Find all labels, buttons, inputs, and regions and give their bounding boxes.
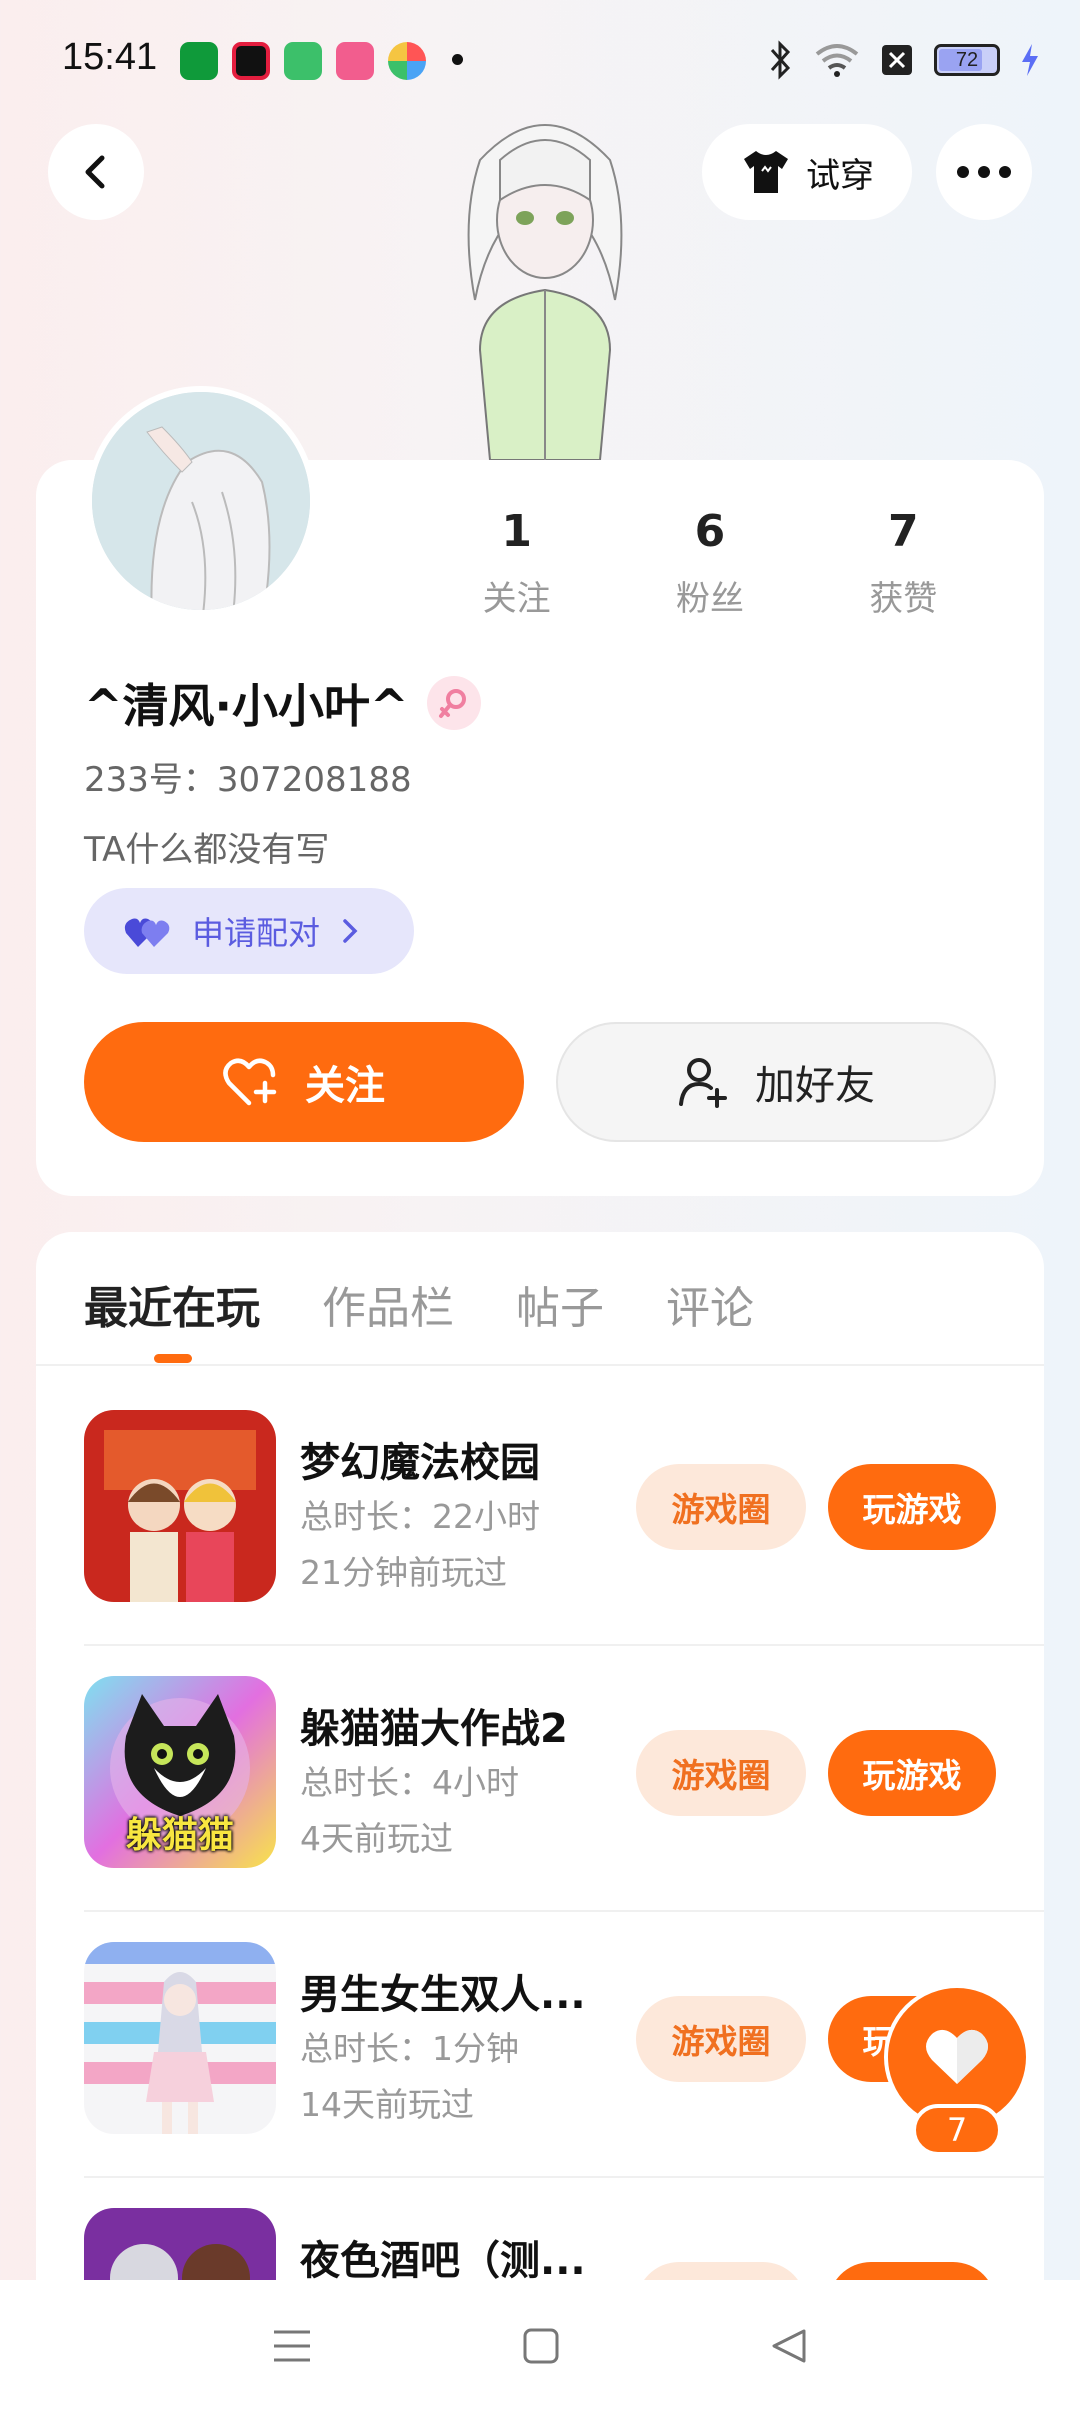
tab-comments[interactable]: 评论 <box>666 1272 754 1336</box>
charging-icon <box>1022 44 1038 76</box>
bio-text: TA什么都没有写 <box>84 830 330 870</box>
boy-girl-duo-game-image <box>84 1942 276 2134</box>
game-duration: 总时长：1分钟 <box>300 2029 519 2068</box>
more-dots-icon <box>957 166 1011 178</box>
bilibili-app-icon <box>336 42 374 80</box>
profile-stats: 1 关注 6 粉丝 7 获赞 <box>420 506 1000 620</box>
status-indicators: 72 <box>768 40 1040 80</box>
notification-dot-icon <box>452 54 463 65</box>
game-duration: 总时长：22小时 <box>300 1497 540 1536</box>
username-text: ^清风·小小叶^ <box>84 679 409 733</box>
stat-value: 6 <box>694 506 726 557</box>
tab-posts[interactable]: 帖子 <box>516 1272 604 1336</box>
game-title: 男生女生双人... <box>300 1972 586 2018</box>
stat-likes[interactable]: 7 获赞 <box>807 506 1000 620</box>
stat-label: 获赞 <box>869 579 938 619</box>
video-app-icon <box>232 42 270 80</box>
game-icon <box>84 1942 276 2134</box>
play-game-button[interactable] <box>828 2262 996 2280</box>
tab-recent-play[interactable]: 最近在玩 <box>84 1272 260 1336</box>
bluetooth-icon <box>770 40 791 80</box>
status-time: 15:41 <box>62 36 158 78</box>
game-title: 梦幻魔法校园 <box>300 1440 540 1486</box>
night-bar-game-image <box>84 2208 276 2280</box>
game-icon <box>84 2208 276 2280</box>
gender-badge <box>426 676 481 730</box>
wifi-icon <box>815 44 859 77</box>
status-app-icons <box>180 42 426 80</box>
stat-following[interactable]: 1 关注 <box>420 506 613 620</box>
game-last-played: 14天前玩过 <box>300 2085 474 2124</box>
tab-works[interactable]: 作品栏 <box>322 1272 454 1336</box>
avatar-image <box>92 392 310 610</box>
game-row[interactable]: 夜色酒吧（测... <box>84 2178 1044 2280</box>
tshirt-icon <box>744 151 788 193</box>
more-button[interactable] <box>936 124 1032 220</box>
heart-plus-icon <box>223 1058 277 1106</box>
game-icon: 躲猫猫 <box>84 1676 276 1868</box>
pair-request-button[interactable]: 申请配对 <box>84 888 414 974</box>
menu-icon[interactable] <box>272 2328 312 2364</box>
follow-label: 关注 <box>305 1063 385 1109</box>
play-game-button[interactable]: 玩游戏 <box>828 1730 996 1816</box>
back-triangle-icon[interactable] <box>770 2327 808 2365</box>
stat-value: 7 <box>888 506 919 557</box>
pair-request-label: 申请配对 <box>192 914 321 952</box>
battery-percent: 72 <box>955 48 979 71</box>
profile-tabs: 最近在玩 作品栏 帖子 评论 <box>84 1272 754 1336</box>
chevron-left-icon <box>85 155 105 189</box>
add-user-icon <box>679 1058 727 1108</box>
game-last-played: 4天前玩过 <box>300 1819 453 1858</box>
game-row[interactable]: 躲猫猫 躲猫猫大作战2 总时长：4小时 4天前玩过 游戏圈 玩游戏 <box>84 1646 1044 1912</box>
magic-school-game-image <box>84 1410 276 1602</box>
game-title: 躲猫猫大作战2 <box>300 1706 568 1752</box>
stat-label: 关注 <box>482 579 551 619</box>
add-friend-button[interactable]: 加好友 <box>556 1022 996 1142</box>
home-square-icon[interactable] <box>522 2327 560 2365</box>
stat-value: 1 <box>501 506 532 557</box>
sim-off-icon <box>882 45 912 75</box>
tryon-label: 试穿 <box>806 155 874 196</box>
stat-fans[interactable]: 6 粉丝 <box>613 506 806 620</box>
active-tab-indicator <box>154 1354 192 1363</box>
follow-button[interactable]: 关注 <box>84 1022 524 1142</box>
chevron-right-icon <box>343 919 358 943</box>
system-nav-bar <box>0 2280 1080 2412</box>
character-banner-image <box>467 124 623 460</box>
game-circle-button[interactable] <box>636 2262 806 2280</box>
game-circle-button[interactable]: 游戏圈 <box>636 1730 806 1816</box>
female-icon <box>438 689 466 718</box>
green-app-icon <box>284 42 322 80</box>
username: ^清风·小小叶^ <box>84 670 481 736</box>
avatar[interactable] <box>86 386 316 616</box>
game-title: 夜色酒吧（测... <box>300 2238 586 2280</box>
oppo-app-icon <box>180 42 218 80</box>
game-duration: 总时长：4小时 <box>300 1763 519 1802</box>
game-row[interactable]: 梦幻魔法校园 总时长：22小时 21分钟前玩过 游戏圈 玩游戏 <box>84 1380 1044 1646</box>
game-circle-button[interactable]: 游戏圈 <box>636 1464 806 1550</box>
game-icon-caption: 躲猫猫 <box>125 1815 234 1856</box>
tryon-button[interactable]: 试穿 <box>702 124 912 220</box>
stat-label: 粉丝 <box>675 579 744 619</box>
double-heart-icon <box>124 918 170 947</box>
play-game-button[interactable]: 玩游戏 <box>828 1464 996 1550</box>
add-friend-label: 加好友 <box>755 1063 875 1109</box>
tab-divider <box>36 1364 1044 1366</box>
color-wheel-app-icon <box>388 42 426 80</box>
game-last-played: 21分钟前玩过 <box>300 1553 507 1592</box>
like-count-badge: 7 <box>912 2104 1002 2156</box>
game-circle-button[interactable]: 游戏圈 <box>636 1996 806 2082</box>
back-button[interactable] <box>48 124 144 220</box>
battery-icon: 72 <box>934 44 1000 76</box>
game-icon <box>84 1410 276 1602</box>
heart-icon <box>926 2029 988 2084</box>
user-id: 233号：307208188 <box>84 760 412 800</box>
